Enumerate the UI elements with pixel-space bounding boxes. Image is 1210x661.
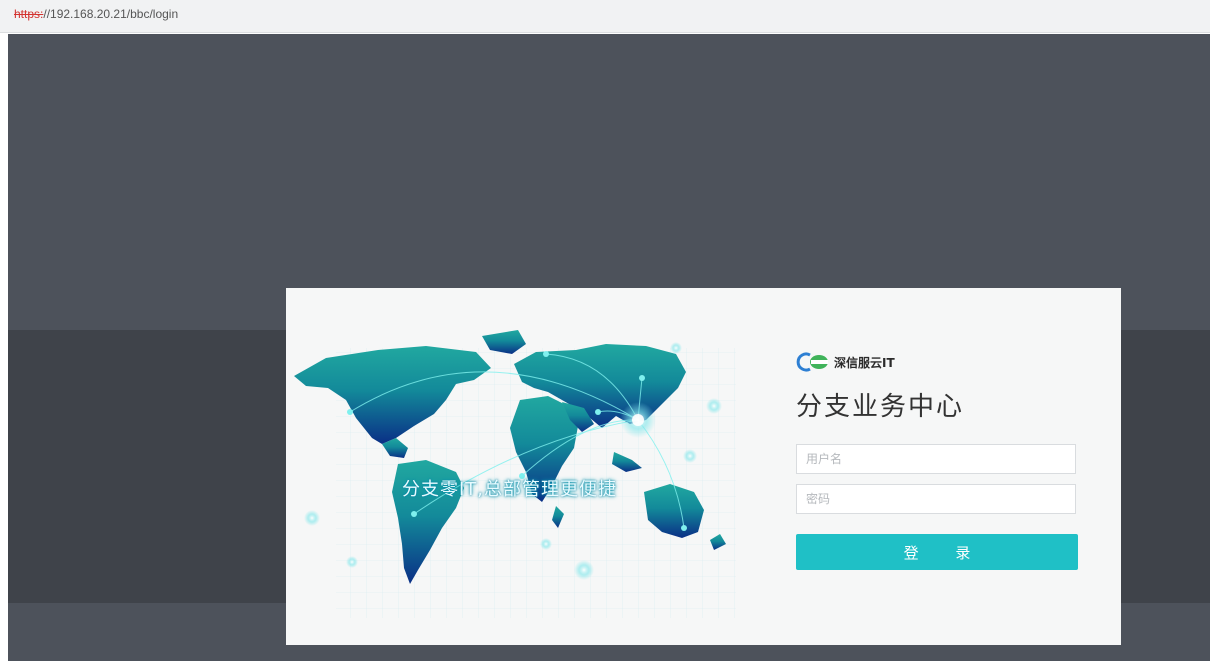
url-scheme: https: — [14, 7, 44, 21]
map-slogan: 分支零IT,总部管理更便捷 — [402, 479, 618, 500]
url-path: //192.168.20.21/bbc/login — [43, 7, 179, 21]
brand-name: 深信服云IT — [834, 356, 895, 370]
browser-address-bar[interactable]: https://192.168.20.21/bbc/login — [0, 0, 1210, 33]
username-input[interactable] — [796, 444, 1076, 474]
url-text[interactable]: https://192.168.20.21/bbc/login — [14, 7, 178, 21]
world-map-icon — [294, 330, 736, 618]
password-input[interactable] — [796, 484, 1076, 514]
sangfor-cloud-logo-icon — [796, 352, 828, 372]
page-title: 分支业务中心 — [796, 392, 965, 422]
login-card: 分支零IT,总部管理更便捷 深信服云IT 分支业务中心 登 录 — [286, 288, 1121, 645]
world-map-illustration: 分支零IT,总部管理更便捷 — [286, 288, 756, 645]
login-button[interactable]: 登 录 — [796, 534, 1078, 570]
page-background: 分支零IT,总部管理更便捷 深信服云IT 分支业务中心 登 录 — [8, 34, 1210, 661]
